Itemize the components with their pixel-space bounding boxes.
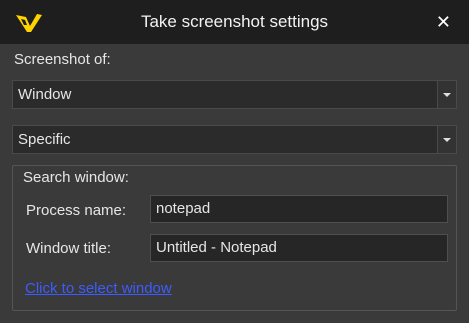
window-title-field[interactable]: Untitled - Notepad	[150, 234, 448, 262]
chevron-down-icon	[443, 93, 451, 97]
screenshot-of-label: Screenshot of:	[14, 51, 111, 68]
process-name-label: Process name:	[26, 202, 127, 219]
window-title-label: Window title:	[26, 240, 112, 257]
mode-select-dropdown-button[interactable]	[437, 126, 456, 153]
search-window-title: Search window:	[23, 169, 129, 186]
window-title-value: Untitled - Notepad	[156, 239, 277, 256]
close-icon[interactable]: ✕	[436, 0, 451, 44]
chevron-down-icon	[443, 138, 451, 142]
search-window-group: Search window: Process name: notepad Win…	[12, 165, 457, 311]
mode-select-value: Specific	[18, 131, 71, 148]
title-bar: Take screenshot settings ✕	[0, 0, 469, 44]
target-select[interactable]: Window	[12, 80, 457, 109]
window-title: Take screenshot settings	[140, 12, 329, 31]
process-name-value: notepad	[156, 200, 211, 217]
mode-select[interactable]: Specific	[12, 125, 457, 154]
target-select-dropdown-button[interactable]	[437, 81, 456, 108]
select-window-link[interactable]: Click to select window	[25, 280, 172, 297]
target-select-value: Window	[18, 86, 72, 103]
process-name-field[interactable]: notepad	[150, 195, 448, 223]
